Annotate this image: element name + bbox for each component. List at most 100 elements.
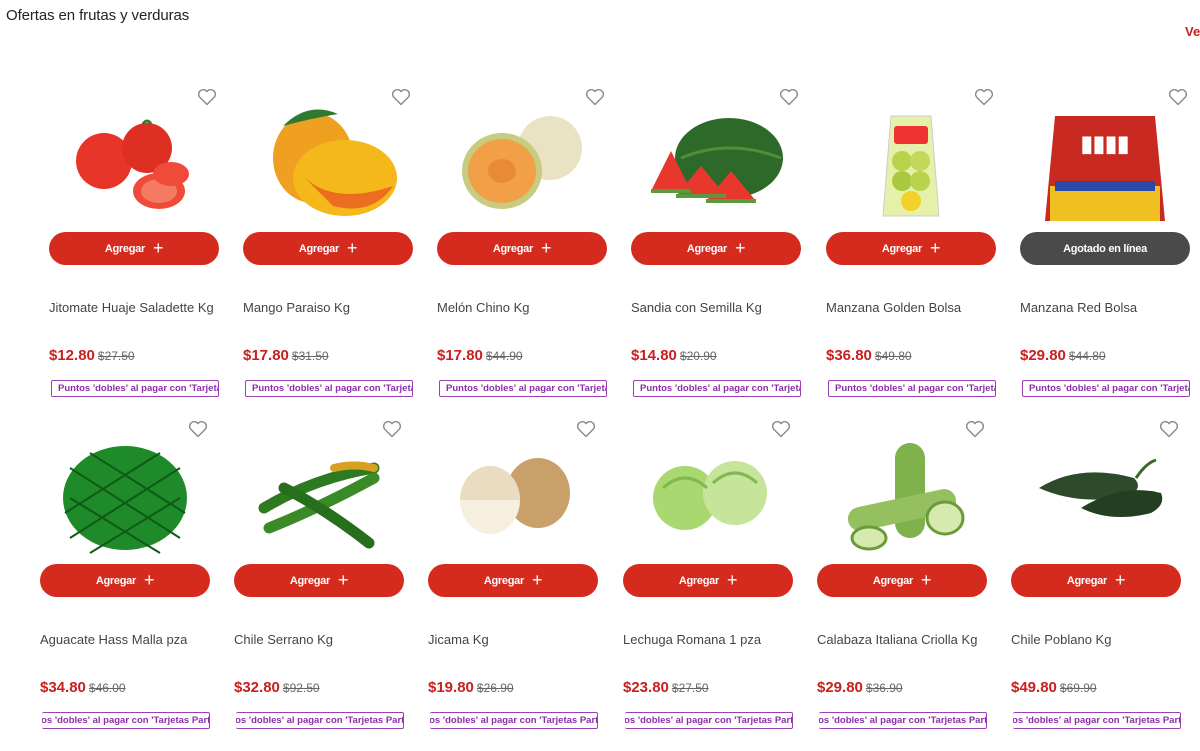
melon-image[interactable] xyxy=(432,96,612,226)
zucchini-image[interactable] xyxy=(812,428,992,558)
button-label: Agregar xyxy=(483,574,524,587)
add-to-cart-button[interactable]: Agregar + xyxy=(623,564,793,597)
plus-icon: + xyxy=(531,569,543,590)
current-price: $36.80 xyxy=(826,347,872,364)
button-label: Agregar xyxy=(881,242,922,255)
product-name[interactable]: Jicama Kg xyxy=(428,632,489,647)
current-price: $17.80 xyxy=(437,347,483,364)
jicama-image[interactable] xyxy=(423,428,603,558)
product-price: $23.80 $27.50 xyxy=(623,679,709,696)
original-price: $49.80 xyxy=(874,349,912,363)
add-to-cart-button[interactable]: Agregar + xyxy=(243,232,413,265)
current-price: $32.80 xyxy=(234,679,280,696)
add-to-cart-button[interactable]: Agregar + xyxy=(437,232,607,265)
chili-image[interactable] xyxy=(229,428,409,558)
product-price: $17.80 $31.50 xyxy=(243,347,329,364)
lettuce-image[interactable] xyxy=(618,428,798,558)
sold-out-button[interactable]: Agotado en línea xyxy=(1020,232,1190,265)
plus-icon: + xyxy=(152,237,164,258)
plus-icon: + xyxy=(726,569,738,590)
button-label: Agotado en línea xyxy=(1063,242,1147,255)
product-price: $14.80 $20.90 xyxy=(631,347,717,364)
original-price: $44.90 xyxy=(485,349,523,363)
product-name[interactable]: Chile Serrano Kg xyxy=(234,632,333,647)
promo-text: Puntos 'dobles' al pagar con 'Tarjetas P… xyxy=(835,383,995,394)
product-name[interactable]: Aguacate Hass Malla pza xyxy=(40,632,187,647)
product-name[interactable]: Mango Paraiso Kg xyxy=(243,300,350,315)
product-name[interactable]: Lechuga Romana 1 pza xyxy=(623,632,761,647)
original-price: $26.90 xyxy=(476,681,514,695)
product-name[interactable]: Manzana Red Bolsa xyxy=(1020,300,1137,315)
promo-badge: Puntos 'dobles' al pagar con 'Tarjetas P… xyxy=(245,380,413,397)
avocado-image[interactable] xyxy=(35,428,215,558)
product-price: $12.80 $27.50 xyxy=(49,347,135,364)
button-label: Agregar xyxy=(872,574,913,587)
button-label: Agregar xyxy=(678,574,719,587)
product-grid: Agregar + Jitomate Huaje Saladette Kg $12.8… xyxy=(0,0,1200,751)
product-name[interactable]: Calabaza Italiana Criolla Kg xyxy=(817,632,977,647)
promo-text: Puntos 'dobles' al pagar con 'Tarjetas P… xyxy=(58,383,218,394)
promo-badge: Puntos 'dobles' al pagar con 'Tarjetas P… xyxy=(439,380,607,397)
promo-text: Puntos 'dobles' al pagar con 'Tarjetas P… xyxy=(640,383,800,394)
button-label: Agregar xyxy=(289,574,330,587)
poblano-image[interactable] xyxy=(1006,428,1186,558)
current-price: $17.80 xyxy=(243,347,289,364)
original-price: $69.90 xyxy=(1059,681,1097,695)
promo-text: Puntos 'dobles' al pagar con 'Tarjetas P… xyxy=(446,383,606,394)
product-name[interactable]: Manzana Golden Bolsa xyxy=(826,300,961,315)
promo-text: Puntos 'dobles' al pagar con 'Tarjetas P… xyxy=(430,715,597,726)
promo-text: Puntos 'dobles' al pagar con 'Tarjetas P… xyxy=(42,715,209,726)
button-label: Agregar xyxy=(1066,574,1107,587)
promo-text: Puntos 'dobles' al pagar con 'Tarjetas P… xyxy=(252,383,412,394)
promo-badge: Puntos 'dobles' al pagar con 'Tarjetas P… xyxy=(1013,712,1181,729)
current-price: $29.80 xyxy=(1020,347,1066,364)
apple-bag-image[interactable] xyxy=(821,96,1001,226)
plus-icon: + xyxy=(540,237,552,258)
plus-icon: + xyxy=(734,237,746,258)
product-name[interactable]: Jitomate Huaje Saladette Kg xyxy=(49,300,214,315)
add-to-cart-button[interactable]: Agregar + xyxy=(631,232,801,265)
product-price: $32.80 $92.50 xyxy=(234,679,320,696)
product-price: $19.80 $26.90 xyxy=(428,679,514,696)
product-price: $36.80 $49.80 xyxy=(826,347,912,364)
product-price: $29.80 $44.80 xyxy=(1020,347,1106,364)
promo-text: Puntos 'dobles' al pagar con 'Tarjetas P… xyxy=(1029,383,1189,394)
product-name[interactable]: Chile Poblano Kg xyxy=(1011,632,1111,647)
original-price: $27.50 xyxy=(671,681,709,695)
add-to-cart-button[interactable]: Agregar + xyxy=(428,564,598,597)
current-price: $19.80 xyxy=(428,679,474,696)
red-apple-bag-image[interactable]: ▮▮▮▮ xyxy=(1015,96,1195,226)
button-label: Agregar xyxy=(95,574,136,587)
plus-icon: + xyxy=(346,237,358,258)
current-price: $29.80 xyxy=(817,679,863,696)
promo-badge: Puntos 'dobles' al pagar con 'Tarjetas P… xyxy=(633,380,801,397)
add-to-cart-button[interactable]: Agregar + xyxy=(826,232,996,265)
add-to-cart-button[interactable]: Agregar + xyxy=(40,564,210,597)
button-label: Agregar xyxy=(104,242,145,255)
plus-icon: + xyxy=(337,569,349,590)
add-to-cart-button[interactable]: Agregar + xyxy=(49,232,219,265)
promo-badge: Puntos 'dobles' al pagar con 'Tarjetas P… xyxy=(819,712,987,729)
plus-icon: + xyxy=(929,237,941,258)
add-to-cart-button[interactable]: Agregar + xyxy=(1011,564,1181,597)
promo-badge: Puntos 'dobles' al pagar con 'Tarjetas P… xyxy=(236,712,404,729)
promo-badge: Puntos 'dobles' al pagar con 'Tarjetas P… xyxy=(828,380,996,397)
watermelon-image[interactable] xyxy=(626,96,806,226)
plus-icon: + xyxy=(920,569,932,590)
add-to-cart-button[interactable]: Agregar + xyxy=(817,564,987,597)
product-name[interactable]: Sandia con Semilla Kg xyxy=(631,300,762,315)
promo-text: Puntos 'dobles' al pagar con 'Tarjetas P… xyxy=(1013,715,1180,726)
original-price: $31.50 xyxy=(291,349,329,363)
original-price: $20.90 xyxy=(679,349,717,363)
product-name[interactable]: Melón Chino Kg xyxy=(437,300,530,315)
product-price: $49.80 $69.90 xyxy=(1011,679,1097,696)
tomato-image[interactable] xyxy=(44,96,224,226)
product-price: $29.80 $36.90 xyxy=(817,679,903,696)
promo-badge: Puntos 'dobles' al pagar con 'Tarjetas P… xyxy=(51,380,219,397)
button-label: Agregar xyxy=(492,242,533,255)
promo-text: Puntos 'dobles' al pagar con 'Tarjetas P… xyxy=(819,715,986,726)
product-price: $34.80 $46.00 xyxy=(40,679,126,696)
mango-image[interactable] xyxy=(238,96,418,226)
add-to-cart-button[interactable]: Agregar + xyxy=(234,564,404,597)
promo-badge: Puntos 'dobles' al pagar con 'Tarjetas P… xyxy=(625,712,793,729)
